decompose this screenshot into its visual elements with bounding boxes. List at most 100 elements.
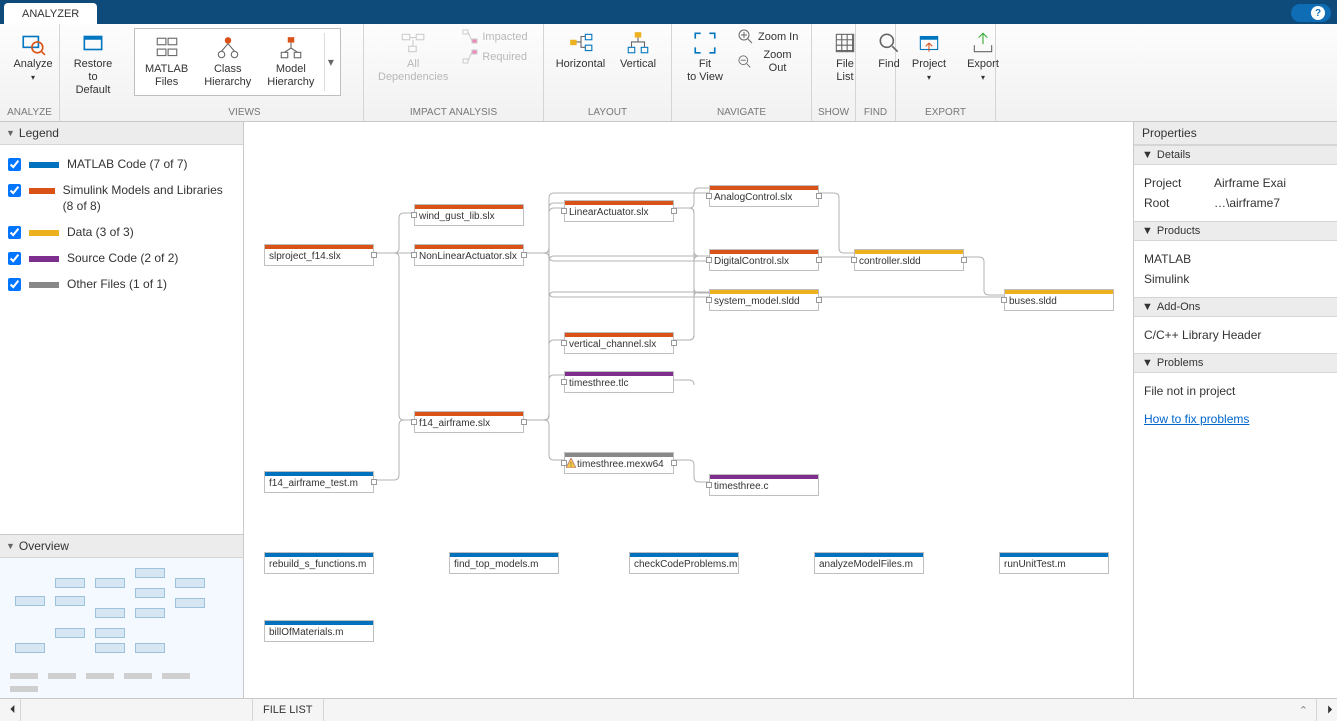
- node-label: f14_airframe.slx: [415, 416, 523, 432]
- analyze-button[interactable]: Analyze▾: [8, 28, 58, 86]
- node-timesthree-c[interactable]: timesthree.c: [709, 474, 819, 496]
- analyzer-tab[interactable]: ANALYZER: [4, 3, 97, 24]
- zoom-out-button[interactable]: Zoom Out: [734, 48, 803, 76]
- horizontal-label: Horizontal: [556, 58, 606, 71]
- analyze-icon: [20, 30, 46, 56]
- ribbon: Analyze▾ ANALYZE Restoreto Default MATLA…: [0, 24, 1337, 122]
- products-header[interactable]: ▼Products: [1134, 221, 1337, 241]
- node-timesthree-mex[interactable]: timesthree.mexw64!: [564, 452, 674, 474]
- dependency-graph-canvas[interactable]: slproject_f14.slx f14_airframe_test.m wi…: [244, 122, 1133, 698]
- addons-header[interactable]: ▼Add-Ons: [1134, 297, 1337, 317]
- details-header[interactable]: ▼Details: [1134, 145, 1337, 165]
- node-label: f14_airframe_test.m: [265, 476, 373, 492]
- legend-item-source[interactable]: Source Code (2 of 2): [8, 245, 235, 271]
- node-timesthree-tlc[interactable]: timesthree.tlc: [564, 371, 674, 393]
- node-label: LinearActuator.slx: [565, 205, 673, 221]
- views-dropdown[interactable]: ▾: [324, 33, 336, 91]
- node-label: wind_gust_lib.slx: [415, 209, 523, 225]
- vertical-icon: [625, 30, 651, 56]
- legend-item-other[interactable]: Other Files (1 of 1): [8, 271, 235, 297]
- vertical-layout-button[interactable]: Vertical: [613, 28, 663, 73]
- help-button[interactable]: ?: [1291, 4, 1331, 22]
- legend-item-simulink[interactable]: Simulink Models and Libraries (8 of 8): [8, 177, 235, 219]
- file-list-label: FileList: [836, 58, 854, 84]
- export-label: Export: [967, 58, 999, 70]
- node-wind-gust[interactable]: wind_gust_lib.slx: [414, 204, 524, 226]
- node-buses[interactable]: buses.sldd: [1004, 289, 1114, 311]
- node-label: NonLinearActuator.slx: [415, 249, 523, 265]
- matlab-files-view[interactable]: MATLABFiles: [139, 33, 194, 91]
- properties-panel: Properties ▼Details ProjectAirframe Exai…: [1133, 122, 1337, 698]
- model-hierarchy-view[interactable]: ModelHierarchy: [261, 33, 320, 91]
- node-f14-test[interactable]: f14_airframe_test.m: [264, 471, 374, 493]
- fit-label: Fitto View: [687, 58, 723, 84]
- zoom-in-button[interactable]: Zoom In: [734, 28, 803, 46]
- status-caret[interactable]: ⌃: [1291, 704, 1316, 717]
- root-value: …\airframe7: [1214, 193, 1280, 213]
- node-digital[interactable]: DigitalControl.slx: [709, 249, 819, 271]
- node-analyzefiles[interactable]: analyzeModelFiles.m: [814, 552, 924, 574]
- collapse-icon: ▼: [6, 541, 15, 551]
- node-find-top[interactable]: find_top_models.m: [449, 552, 559, 574]
- export-icon: [970, 30, 996, 56]
- layout-group-label: LAYOUT: [544, 105, 671, 121]
- section-title: Products: [1157, 225, 1200, 237]
- node-linear[interactable]: LinearActuator.slx: [564, 200, 674, 222]
- problems-header[interactable]: ▼ Problems: [1134, 353, 1337, 373]
- zoom-out-icon: [738, 54, 752, 70]
- node-checkcode[interactable]: checkCodeProblems.m: [629, 552, 739, 574]
- node-f14-airframe[interactable]: f14_airframe.slx: [414, 411, 524, 433]
- legend-check[interactable]: [8, 278, 21, 291]
- status-handle-left[interactable]: ⏴: [0, 699, 21, 721]
- legend-check[interactable]: [8, 158, 21, 171]
- collapse-icon: ▼: [1142, 149, 1153, 161]
- impacted-label: Impacted: [482, 31, 527, 44]
- file-list-status[interactable]: FILE LIST: [253, 699, 324, 721]
- legend-check[interactable]: [8, 184, 21, 197]
- node-system-model[interactable]: system_model.sldd: [709, 289, 819, 311]
- zoom-out-label: Zoom Out: [756, 49, 799, 75]
- node-analog[interactable]: AnalogControl.slx: [709, 185, 819, 207]
- export-group-label: EXPORT: [896, 105, 995, 121]
- legend-item-matlab-code[interactable]: MATLAB Code (7 of 7): [8, 151, 235, 177]
- collapse-icon: ▼: [1142, 357, 1153, 369]
- node-slproject[interactable]: slproject_f14.slx: [264, 244, 374, 266]
- horizontal-layout-button[interactable]: Horizontal: [552, 28, 609, 73]
- problems-body: File not in project How to fix problems: [1134, 373, 1337, 437]
- node-label: billOfMaterials.m: [265, 625, 373, 641]
- find-group-label: FIND: [856, 105, 895, 121]
- model-hierarchy-icon: [278, 35, 304, 61]
- legend-item-data[interactable]: Data (3 of 3): [8, 219, 235, 245]
- legend-body: MATLAB Code (7 of 7) Simulink Models and…: [0, 145, 243, 303]
- node-billofmat[interactable]: billOfMaterials.m: [264, 620, 374, 642]
- class-hierarchy-view[interactable]: ClassHierarchy: [198, 33, 257, 91]
- zoom-in-label: Zoom In: [758, 31, 798, 44]
- show-group-label: SHOW: [812, 105, 855, 121]
- legend-check[interactable]: [8, 252, 21, 265]
- node-nonlinear[interactable]: NonLinearActuator.slx: [414, 244, 524, 266]
- overview-minimap[interactable]: [0, 558, 243, 698]
- zoom-in-icon: [738, 29, 754, 45]
- impact-group-label: IMPACT ANALYSIS: [364, 105, 543, 121]
- how-to-fix-link[interactable]: How to fix problems: [1144, 412, 1249, 426]
- node-label: timesthree.tlc: [565, 376, 673, 392]
- legend-label: Other Files (1 of 1): [67, 276, 167, 292]
- legend-check[interactable]: [8, 226, 21, 239]
- node-rebuild[interactable]: rebuild_s_functions.m: [264, 552, 374, 574]
- node-label: analyzeModelFiles.m: [815, 557, 923, 573]
- node-rununit[interactable]: runUnitTest.m: [999, 552, 1109, 574]
- project-button[interactable]: Project▾: [904, 28, 954, 86]
- status-handle-right[interactable]: ⏵: [1316, 699, 1337, 721]
- export-button[interactable]: Export▾: [958, 28, 1008, 86]
- project-icon: [916, 30, 942, 56]
- properties-header: Properties: [1134, 122, 1337, 145]
- section-title: Problems: [1157, 357, 1203, 369]
- node-controller[interactable]: controller.sldd: [854, 249, 964, 271]
- fit-to-view-button[interactable]: Fitto View: [680, 28, 730, 86]
- views-group-label: VIEWS: [126, 105, 363, 121]
- restore-default-button[interactable]: Restoreto Default: [68, 28, 118, 99]
- node-vertical[interactable]: vertical_channel.slx: [564, 332, 674, 354]
- legend-header[interactable]: ▼Legend: [0, 122, 243, 145]
- overview-header[interactable]: ▼Overview: [0, 535, 243, 558]
- legend-swatch: [29, 188, 55, 194]
